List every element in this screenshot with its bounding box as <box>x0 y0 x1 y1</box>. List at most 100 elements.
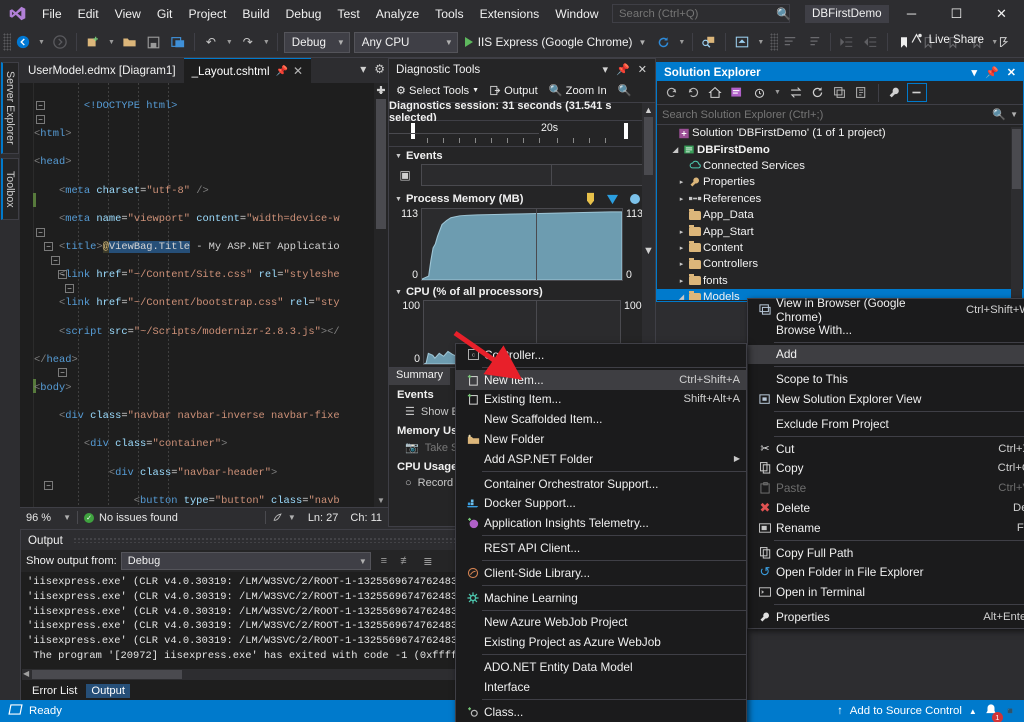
menu-analyze[interactable]: Analyze <box>368 2 427 26</box>
output-scroll-thumb[interactable] <box>32 670 182 679</box>
editor-tab-usermodel[interactable]: UserModel.edmx [Diagram1] <box>20 58 184 83</box>
twisty-icon-references[interactable]: ▸ <box>676 195 687 203</box>
context-menu-item-copy[interactable]: Copy Ctrl+C <box>748 459 1024 479</box>
add-menu-item-application-insights-telemetry[interactable]: Application Insights Telemetry... <box>456 513 746 533</box>
twisty-icon-app-start[interactable]: ▸ <box>676 228 687 236</box>
tree-node-project[interactable]: ◢ DBFirstDemo <box>657 141 1023 157</box>
forward-icon-solex[interactable] <box>683 83 703 102</box>
select-element-icon[interactable] <box>698 31 720 53</box>
code-text[interactable]: <!DOCTYPE html> <html> <head> <meta char… <box>34 83 374 507</box>
editor-gutter[interactable] <box>20 83 34 507</box>
menu-edit[interactable]: Edit <box>70 2 107 26</box>
tab-list-icon[interactable]: ▾ <box>360 62 366 76</box>
close-button[interactable]: ✕ <box>979 0 1024 27</box>
notifications-button[interactable]: 1 <box>984 703 998 720</box>
zoom-level-combo[interactable]: 96 % ▼ <box>20 512 77 524</box>
search-icon-solex[interactable]: 🔍 <box>992 108 1006 121</box>
live-preview-dropdown-icon[interactable]: ▼ <box>754 39 767 46</box>
add-menu-item-existing-item[interactable]: Existing Item... Shift+Alt+A <box>456 390 746 410</box>
start-debug-button[interactable]: IIS Express (Google Chrome) ▼ <box>460 31 652 53</box>
scroll-down-icon[interactable]: ▼ <box>374 493 388 507</box>
add-menu-item-docker-support[interactable]: Docker Support... <box>456 494 746 514</box>
menu-debug[interactable]: Debug <box>277 2 329 26</box>
menu-git[interactable]: Git <box>149 2 181 26</box>
chevron-up-icon[interactable]: ▲ <box>969 707 977 716</box>
tree-node-controllers[interactable]: ▸ Controllers <box>657 256 1023 272</box>
refresh-icon-solex[interactable] <box>808 83 828 102</box>
memory-graph[interactable] <box>421 208 623 281</box>
decrease-indent-icon[interactable] <box>860 31 882 53</box>
properties-icon-solex[interactable] <box>885 83 905 102</box>
twisty-icon-models[interactable]: ◢ <box>676 293 687 300</box>
add-menu-item-class[interactable]: Class... <box>456 702 746 722</box>
cpu-section-header[interactable]: ▼ CPU (% of all processors) <box>389 283 655 300</box>
context-menu-item-browse-with[interactable]: Browse With... <box>748 320 1024 340</box>
solution-search-input[interactable] <box>662 109 992 121</box>
context-menu-item-rename[interactable]: Rename F2 <box>748 518 1024 538</box>
live-share-button[interactable]: Live Share <box>909 32 984 46</box>
context-menu-item-properties[interactable]: Properties Alt+Enter <box>748 607 1024 627</box>
pin-icon-solex[interactable]: 📌 <box>981 66 1003 79</box>
scroll-left-icon[interactable]: ◀ <box>23 669 29 678</box>
minimize-button[interactable]: ─ <box>889 0 934 27</box>
tree-node-app-start[interactable]: ▸ App_Start <box>657 223 1023 239</box>
scroll-down-icon-diagnostic[interactable]: ▼ <box>642 243 655 259</box>
backward-dropdown-icon[interactable]: ▼ <box>35 39 48 46</box>
twisty-icon-project[interactable]: ◢ <box>670 146 681 154</box>
add-menu-item-new-item[interactable]: New Item... Ctrl+Shift+A <box>456 370 746 390</box>
tab-output[interactable]: Output <box>86 684 130 698</box>
select-tools-button[interactable]: ⚙ Select Tools ▼ <box>392 82 483 99</box>
twisty-icon-content[interactable]: ▸ <box>676 244 687 252</box>
solution-scroll-thumb[interactable] <box>1012 129 1021 189</box>
redo-icon[interactable]: ↷ <box>237 31 259 53</box>
add-menu-item-existing-project-as-azure-webjob[interactable]: Existing Project as Azure WebJob <box>456 632 746 652</box>
tree-node-connected-services[interactable]: Connected Services <box>657 158 1023 174</box>
close-icon-diagnostic[interactable]: ✕ <box>634 63 651 76</box>
add-menu-item-machine-learning[interactable]: Machine Learning <box>456 588 746 608</box>
sidebar-tab-server-explorer[interactable]: Server Explorer <box>1 62 19 154</box>
context-menu-item-new-solution-explorer-view[interactable]: New Solution Explorer View <box>748 389 1024 409</box>
close-icon-solex[interactable]: ✕ <box>1003 66 1020 79</box>
context-menu-item-open-in-terminal[interactable]: Open in Terminal <box>748 582 1024 602</box>
context-menu-item-open-folder-in-file-explorer[interactable]: ↺ Open Folder in File Explorer <box>748 563 1024 583</box>
sidebar-tab-toolbox[interactable]: Toolbox <box>1 158 19 220</box>
platform-combo[interactable]: Any CPU ▼ <box>354 32 458 53</box>
live-preview-icon[interactable] <box>731 31 753 53</box>
split-view-icon[interactable]: ✚ <box>374 83 388 97</box>
tree-node-solution[interactable]: Solution 'DBFirstDemo' (1 of 1 project) <box>657 125 1023 141</box>
pending-changes-icon[interactable] <box>727 83 747 102</box>
add-menu-item-rest-api-client[interactable]: REST API Client... <box>456 538 746 558</box>
timeline-selection-start[interactable] <box>411 123 415 139</box>
window-menu-icon-solex[interactable]: ▾ <box>968 66 982 79</box>
editor-tab-layout[interactable]: _Layout.cshtml 📌 ✕ <box>184 58 312 83</box>
preview-selected-items-icon[interactable] <box>907 83 927 102</box>
menu-build[interactable]: Build <box>234 2 277 26</box>
history-icon[interactable] <box>749 83 769 102</box>
add-menu-item-ado-net-entity-data-model[interactable]: ADO.NET Entity Data Model <box>456 657 746 677</box>
show-output-from-combo[interactable]: Debug ▼ <box>121 552 371 570</box>
code-lens-indicator[interactable]: ▼ <box>266 512 302 523</box>
navigate-backward-icon[interactable] <box>12 31 34 53</box>
context-menu-item-view-in-browser[interactable]: View in Browser (Google Chrome) Ctrl+Shi… <box>748 300 1024 320</box>
tree-node-content[interactable]: ▸ Content <box>657 240 1023 256</box>
uncomment-icon[interactable] <box>803 31 825 53</box>
menu-test[interactable]: Test <box>329 2 367 26</box>
increase-indent-icon[interactable] <box>836 31 858 53</box>
add-menu-item-controller[interactable]: c Controller... <box>456 345 746 365</box>
context-menu-item-delete[interactable]: ✖ Delete Del <box>748 498 1024 518</box>
feedback-icon[interactable] <box>993 31 1015 53</box>
context-menu-item-scope-to-this[interactable]: Scope to This <box>748 369 1024 389</box>
context-menu-item-add[interactable]: Add <box>748 345 1024 365</box>
twisty-icon-properties[interactable]: ▸ <box>676 178 687 186</box>
issues-indicator[interactable]: ✓ No issues found <box>78 512 184 524</box>
menu-file[interactable]: File <box>34 2 70 26</box>
new-project-icon[interactable] <box>82 31 104 53</box>
window-menu-icon[interactable]: ▾ <box>599 63 613 76</box>
scroll-up-icon-diagnostic[interactable]: ▲ <box>642 103 655 116</box>
back-icon-solex[interactable] <box>661 83 681 102</box>
diagnostic-scroll-thumb[interactable] <box>644 117 653 175</box>
timeline-selection-end[interactable] <box>624 123 628 139</box>
twisty-icon-fonts[interactable]: ▸ <box>676 277 687 285</box>
history-dropdown-icon[interactable]: ▼ <box>771 89 784 96</box>
home-icon-solex[interactable] <box>705 83 725 102</box>
